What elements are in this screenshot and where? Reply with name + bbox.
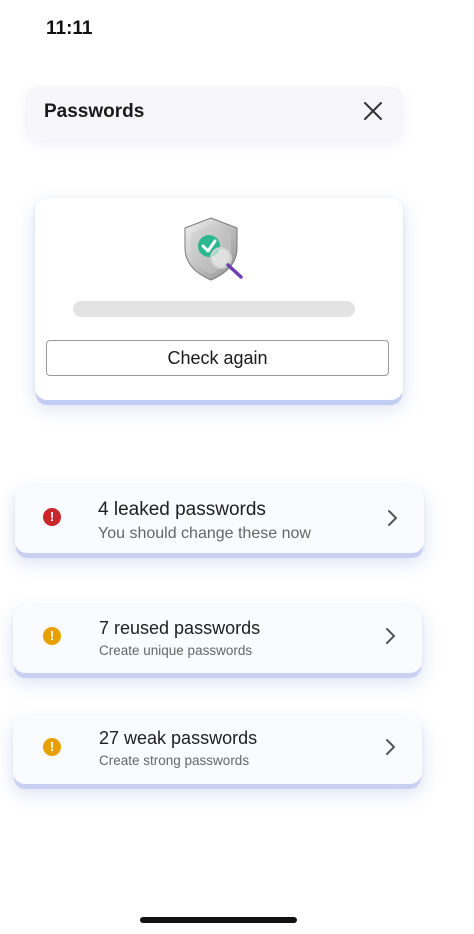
shield-check-magnifier-icon bbox=[181, 216, 253, 282]
warning-icon: ! bbox=[43, 627, 61, 645]
issue-subtitle: You should change these now bbox=[98, 525, 311, 542]
chevron-right-icon bbox=[385, 627, 397, 645]
header-bar: Passwords bbox=[26, 86, 403, 140]
leaked-passwords-item[interactable]: ! 4 leaked passwords You should change t… bbox=[15, 485, 424, 553]
close-icon[interactable] bbox=[361, 99, 385, 123]
chevron-right-icon bbox=[385, 738, 397, 756]
issue-title: 4 leaked passwords bbox=[98, 499, 266, 520]
chevron-right-icon bbox=[387, 509, 399, 527]
issue-title: 7 reused passwords bbox=[99, 618, 261, 638]
check-again-button[interactable]: Check again bbox=[46, 340, 389, 376]
issue-subtitle: Create unique passwords bbox=[99, 643, 253, 658]
warning-icon: ! bbox=[43, 738, 61, 756]
home-indicator[interactable] bbox=[140, 917, 297, 923]
issue-subtitle: Create strong passwords bbox=[99, 753, 250, 768]
page-title: Passwords bbox=[44, 101, 145, 122]
issue-title: 27 weak passwords bbox=[99, 728, 258, 748]
status-bar-time: 11:11 bbox=[46, 18, 93, 39]
error-icon: ! bbox=[43, 508, 61, 526]
weak-passwords-item[interactable]: ! 27 weak passwords Create strong passwo… bbox=[13, 716, 422, 784]
password-check-card: Check again bbox=[35, 198, 403, 400]
check-progress-bar bbox=[73, 301, 355, 317]
reused-passwords-item[interactable]: ! 7 reused passwords Create unique passw… bbox=[13, 605, 422, 673]
